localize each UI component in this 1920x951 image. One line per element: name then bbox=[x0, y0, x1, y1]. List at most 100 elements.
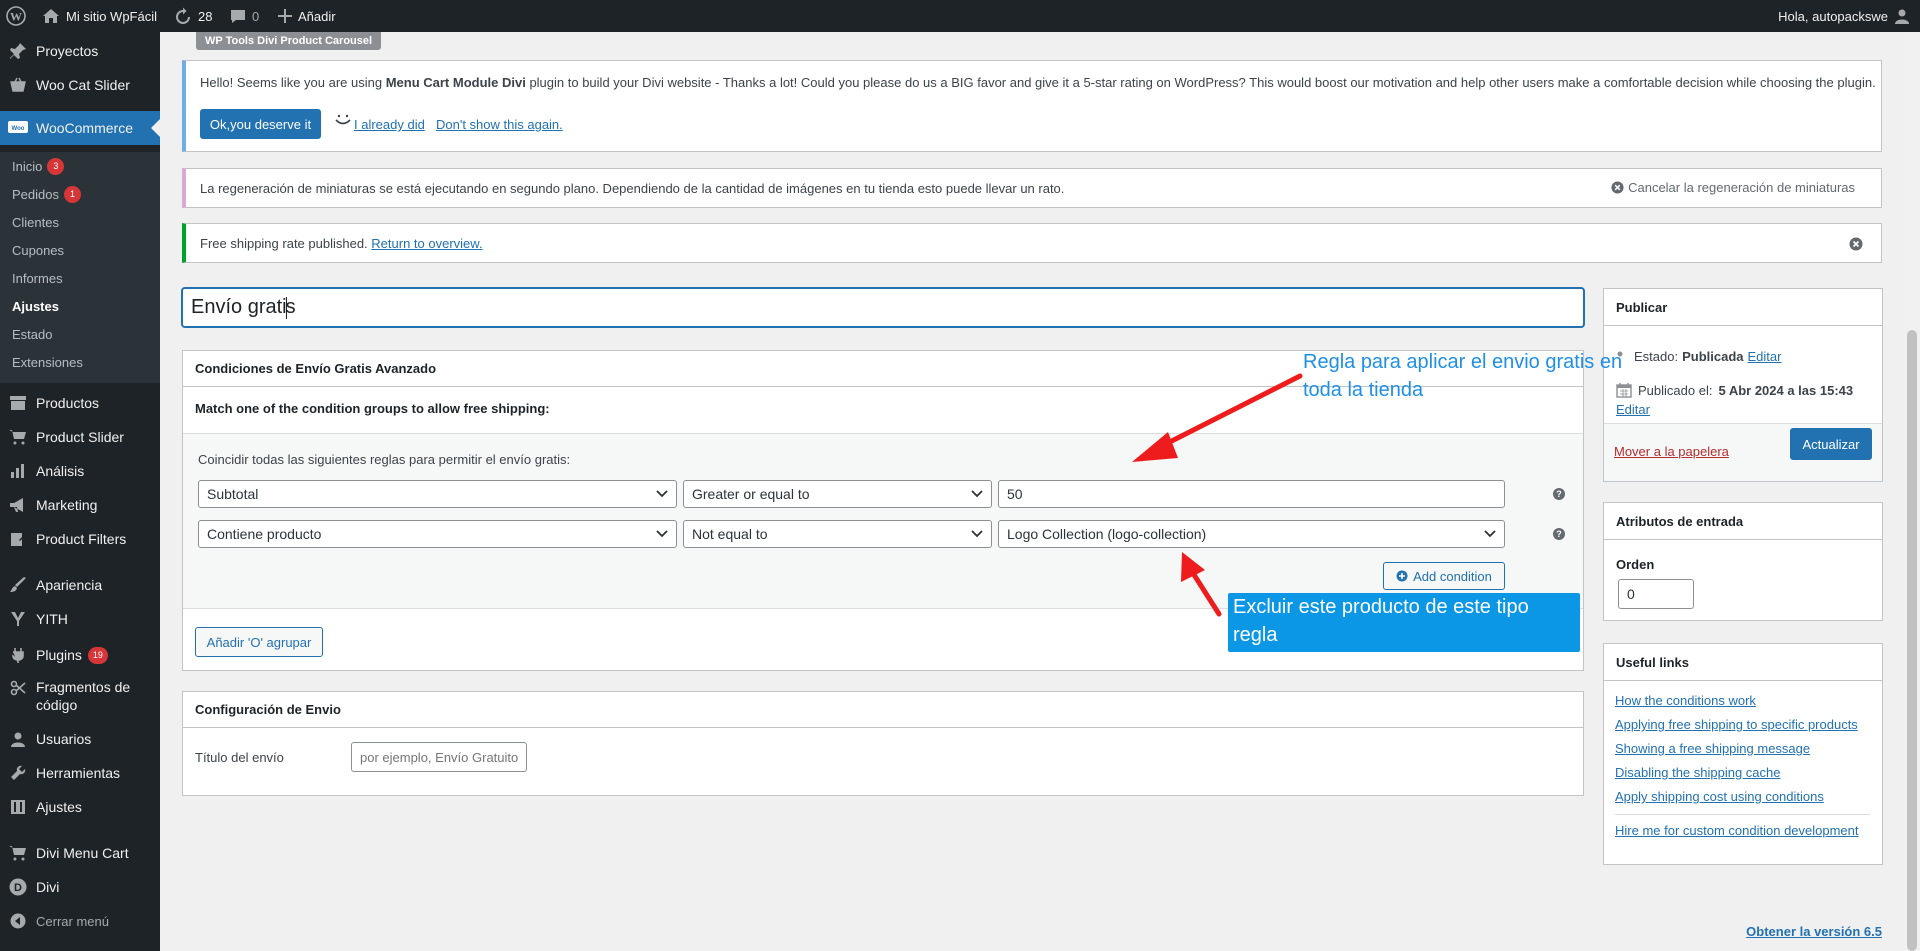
publish-metabox: Publicar Estado: Publicada Editar Public… bbox=[1603, 288, 1883, 482]
menu-item-proyectos[interactable]: Proyectos bbox=[0, 34, 160, 68]
menu-item-label: Proyectos bbox=[36, 43, 99, 59]
menu-item-label: Usuarios bbox=[36, 731, 92, 747]
shipping-title-input[interactable] bbox=[351, 742, 527, 772]
edit-status-link[interactable]: Editar bbox=[1748, 349, 1782, 364]
condition-product-select[interactable]: Logo Collection (logo-collection) bbox=[998, 520, 1505, 548]
account-link[interactable]: Hola, autopackswe bbox=[1778, 0, 1910, 32]
submenu-item-informes[interactable]: Informes bbox=[12, 270, 63, 286]
edit-date-link[interactable]: Editar bbox=[1616, 402, 1650, 417]
add-new-link[interactable]: Añadir bbox=[278, 0, 336, 32]
add-or-group-button[interactable]: Añadir 'O' agrupar bbox=[195, 627, 323, 657]
submenu-item-cupones[interactable]: Cupones bbox=[12, 242, 64, 258]
menu-item-ajustes[interactable]: Ajustes bbox=[0, 790, 160, 824]
submenu-item-estado[interactable]: Estado bbox=[12, 326, 52, 342]
updates-count: 28 bbox=[198, 8, 213, 24]
dismiss-icon[interactable] bbox=[1849, 237, 1863, 251]
user-icon bbox=[0, 731, 36, 747]
menu-item-herramientas[interactable]: Herramientas bbox=[0, 756, 160, 790]
get-version-link[interactable]: Obtener la versión 6.5 bbox=[1746, 924, 1882, 939]
collapse-menu[interactable]: Cerrar menú bbox=[0, 904, 160, 938]
select-value: Greater or equal to bbox=[692, 486, 810, 502]
submenu-label: Extensiones bbox=[12, 354, 83, 370]
condition-group: Coincidir todas las siguientes reglas pa… bbox=[183, 433, 1583, 609]
menu-item-analisis[interactable]: Análisis bbox=[0, 454, 160, 488]
cancel-regen-button[interactable]: Cancelar la regeneración de miniaturas bbox=[1611, 180, 1855, 195]
submenu-label: Informes bbox=[12, 270, 63, 286]
chevron-down-icon bbox=[971, 530, 983, 538]
condition-operator-select[interactable]: Not equal to bbox=[683, 520, 992, 548]
select-value: Not equal to bbox=[692, 526, 768, 542]
chevron-down-icon bbox=[656, 490, 668, 498]
scrollbar-thumb[interactable] bbox=[1907, 330, 1917, 951]
submenu-item-ajustes[interactable]: Ajustes bbox=[12, 298, 59, 314]
menu-item-usuarios[interactable]: Usuarios bbox=[0, 722, 160, 756]
condition-field-select[interactable]: Contiene producto bbox=[198, 520, 677, 548]
submenu-item-inicio[interactable]: Inicio 3 bbox=[12, 157, 65, 175]
order-input[interactable]: 0 bbox=[1618, 579, 1694, 609]
menu-item-productos[interactable]: Productos bbox=[0, 386, 160, 420]
useful-link[interactable]: Showing a free shipping message bbox=[1615, 741, 1810, 756]
custom-development-link[interactable]: Hire me for custom condition development bbox=[1615, 823, 1859, 838]
menu-item-yith[interactable]: YITH bbox=[0, 602, 160, 636]
comments-link[interactable]: 0 bbox=[230, 0, 259, 32]
menu-item-marketing[interactable]: Marketing bbox=[0, 488, 160, 522]
useful-link[interactable]: Applying free shipping to specific produ… bbox=[1615, 717, 1858, 732]
help-icon[interactable]: ? bbox=[1553, 528, 1565, 540]
menu-item-label: Product Slider bbox=[36, 429, 124, 445]
comment-icon bbox=[231, 9, 245, 23]
already-did-link[interactable]: I already did bbox=[354, 117, 425, 132]
submenu-item-pedidos[interactable]: Pedidos 1 bbox=[12, 185, 81, 203]
add-condition-button[interactable]: Add condition bbox=[1383, 562, 1505, 590]
menu-item-fragmentos[interactable]: Fragmentos de código bbox=[0, 674, 160, 718]
submenu-item-clientes[interactable]: Clientes bbox=[12, 214, 59, 230]
menu-item-divi[interactable]: D Divi bbox=[0, 870, 160, 904]
menu-item-divi-menu-cart[interactable]: Divi Menu Cart bbox=[0, 836, 160, 870]
publish-actions: Mover a la papelera Actualizar bbox=[1604, 423, 1882, 481]
rate-button[interactable]: Ok,you deserve it bbox=[200, 109, 321, 139]
scissors-icon bbox=[0, 680, 36, 696]
cart-icon bbox=[0, 845, 36, 861]
published-label: Publicado el: bbox=[1638, 382, 1713, 398]
trash-link[interactable]: Mover a la papelera bbox=[1614, 444, 1729, 459]
submenu-item-extensiones[interactable]: Extensiones bbox=[12, 354, 83, 370]
menu-item-plugins[interactable]: Plugins 19 bbox=[0, 638, 160, 672]
update-button[interactable]: Actualizar bbox=[1790, 428, 1872, 460]
useful-link[interactable]: Disabling the shipping cache bbox=[1615, 765, 1781, 780]
annotation-top: Regla para aplicar el envio gratis en to… bbox=[1303, 351, 1623, 401]
count-badge: 3 bbox=[47, 157, 65, 175]
wordpress-logo[interactable]: W bbox=[6, 0, 26, 32]
plugins-update-badge: 19 bbox=[87, 646, 108, 664]
help-icon[interactable]: ? bbox=[1553, 488, 1565, 500]
menu-item-woo-cat-slider[interactable]: Woo Cat Slider bbox=[0, 68, 160, 102]
title-text-after: s bbox=[285, 296, 296, 318]
divi-rating-notice: Hello! Seems like you are using Menu Car… bbox=[182, 60, 1882, 152]
wordpress-icon: W bbox=[6, 6, 26, 26]
post-title-input[interactable]: Envío grati s bbox=[182, 288, 1584, 327]
select-value: Logo Collection (logo-collection) bbox=[1007, 526, 1207, 542]
cancel-regen-label: Cancelar la regeneración de miniaturas bbox=[1628, 180, 1855, 195]
success-text: Free shipping rate published. bbox=[200, 236, 368, 251]
useful-link[interactable]: Apply shipping cost using conditions bbox=[1615, 789, 1824, 804]
condition-field-select[interactable]: Subtotal bbox=[198, 480, 677, 508]
menu-item-label: Divi bbox=[36, 879, 60, 895]
settings-icon bbox=[0, 799, 36, 815]
return-overview-link[interactable]: Return to overview. bbox=[371, 236, 482, 251]
regen-text: La regeneración de miniaturas se está ej… bbox=[200, 181, 1065, 196]
useful-link[interactable]: How the conditions work bbox=[1615, 693, 1756, 708]
dont-show-link[interactable]: Don't show this again. bbox=[436, 117, 563, 132]
brush-icon bbox=[0, 577, 36, 593]
condition-value-input[interactable]: 50 bbox=[998, 480, 1505, 508]
menu-item-product-slider[interactable]: Product Slider bbox=[0, 420, 160, 454]
updates-link[interactable]: 28 bbox=[174, 0, 212, 32]
select-value: Subtotal bbox=[207, 486, 259, 502]
group-label: Coincidir todas las siguientes reglas pa… bbox=[198, 452, 571, 467]
shipping-title-label: Título del envío bbox=[195, 750, 284, 765]
site-name-link[interactable]: Mi sitio WpFácil bbox=[42, 0, 157, 32]
menu-item-woocommerce[interactable]: Woo WooCommerce bbox=[0, 111, 160, 145]
admin-sidebar: Proyectos Woo Cat Slider Woo WooCommerce… bbox=[0, 32, 160, 951]
menu-item-product-filters[interactable]: Product Filters bbox=[0, 522, 160, 556]
annotation-arrow-bottom bbox=[1181, 552, 1222, 617]
order-label: Orden bbox=[1616, 557, 1655, 572]
condition-operator-select[interactable]: Greater or equal to bbox=[683, 480, 992, 508]
menu-item-apariencia[interactable]: Apariencia bbox=[0, 568, 160, 602]
